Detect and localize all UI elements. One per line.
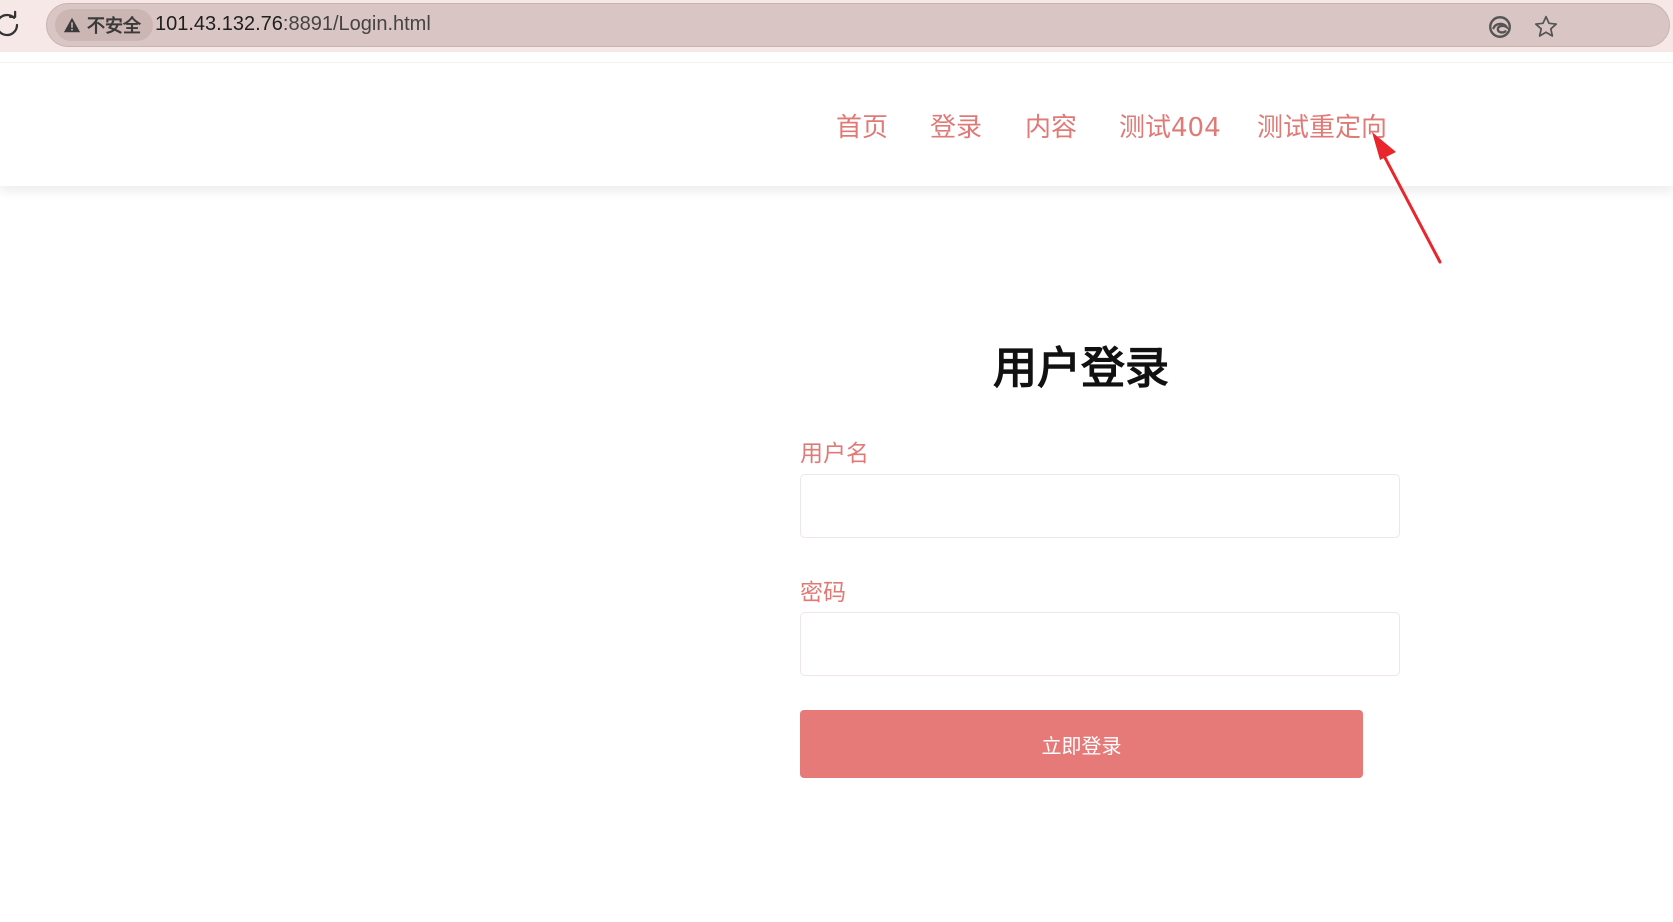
security-indicator[interactable]: 不安全 <box>55 9 153 41</box>
username-input[interactable] <box>800 474 1400 538</box>
edge-icon[interactable] <box>1487 14 1513 40</box>
nav-item-test-404[interactable]: 测试404 <box>1119 107 1221 144</box>
nav-item-home[interactable]: 首页 <box>836 107 888 144</box>
star-icon[interactable] <box>1533 14 1559 40</box>
security-label: 不安全 <box>87 16 141 37</box>
password-input[interactable] <box>800 612 1400 676</box>
login-submit-button[interactable]: 立即登录 <box>800 710 1363 778</box>
browser-toolbar: 不安全 101.43.132.76:8891/Login.html <box>0 0 1673 52</box>
url-path: :8891/Login.html <box>282 13 431 35</box>
warning-icon <box>63 17 81 33</box>
username-label: 用户名 <box>800 441 869 467</box>
url-text[interactable]: 101.43.132.76:8891/Login.html <box>155 13 431 36</box>
nav-item-content[interactable]: 内容 <box>1025 107 1077 144</box>
password-label: 密码 <box>800 580 846 606</box>
reload-icon[interactable] <box>0 10 22 40</box>
url-host: 101.43.132.76 <box>155 13 283 35</box>
login-title: 用户登录 <box>993 343 1169 394</box>
nav-item-login[interactable]: 登录 <box>930 107 982 144</box>
annotation-arrow <box>1372 132 1442 264</box>
address-bar[interactable]: 不安全 101.43.132.76:8891/Login.html <box>46 3 1670 47</box>
